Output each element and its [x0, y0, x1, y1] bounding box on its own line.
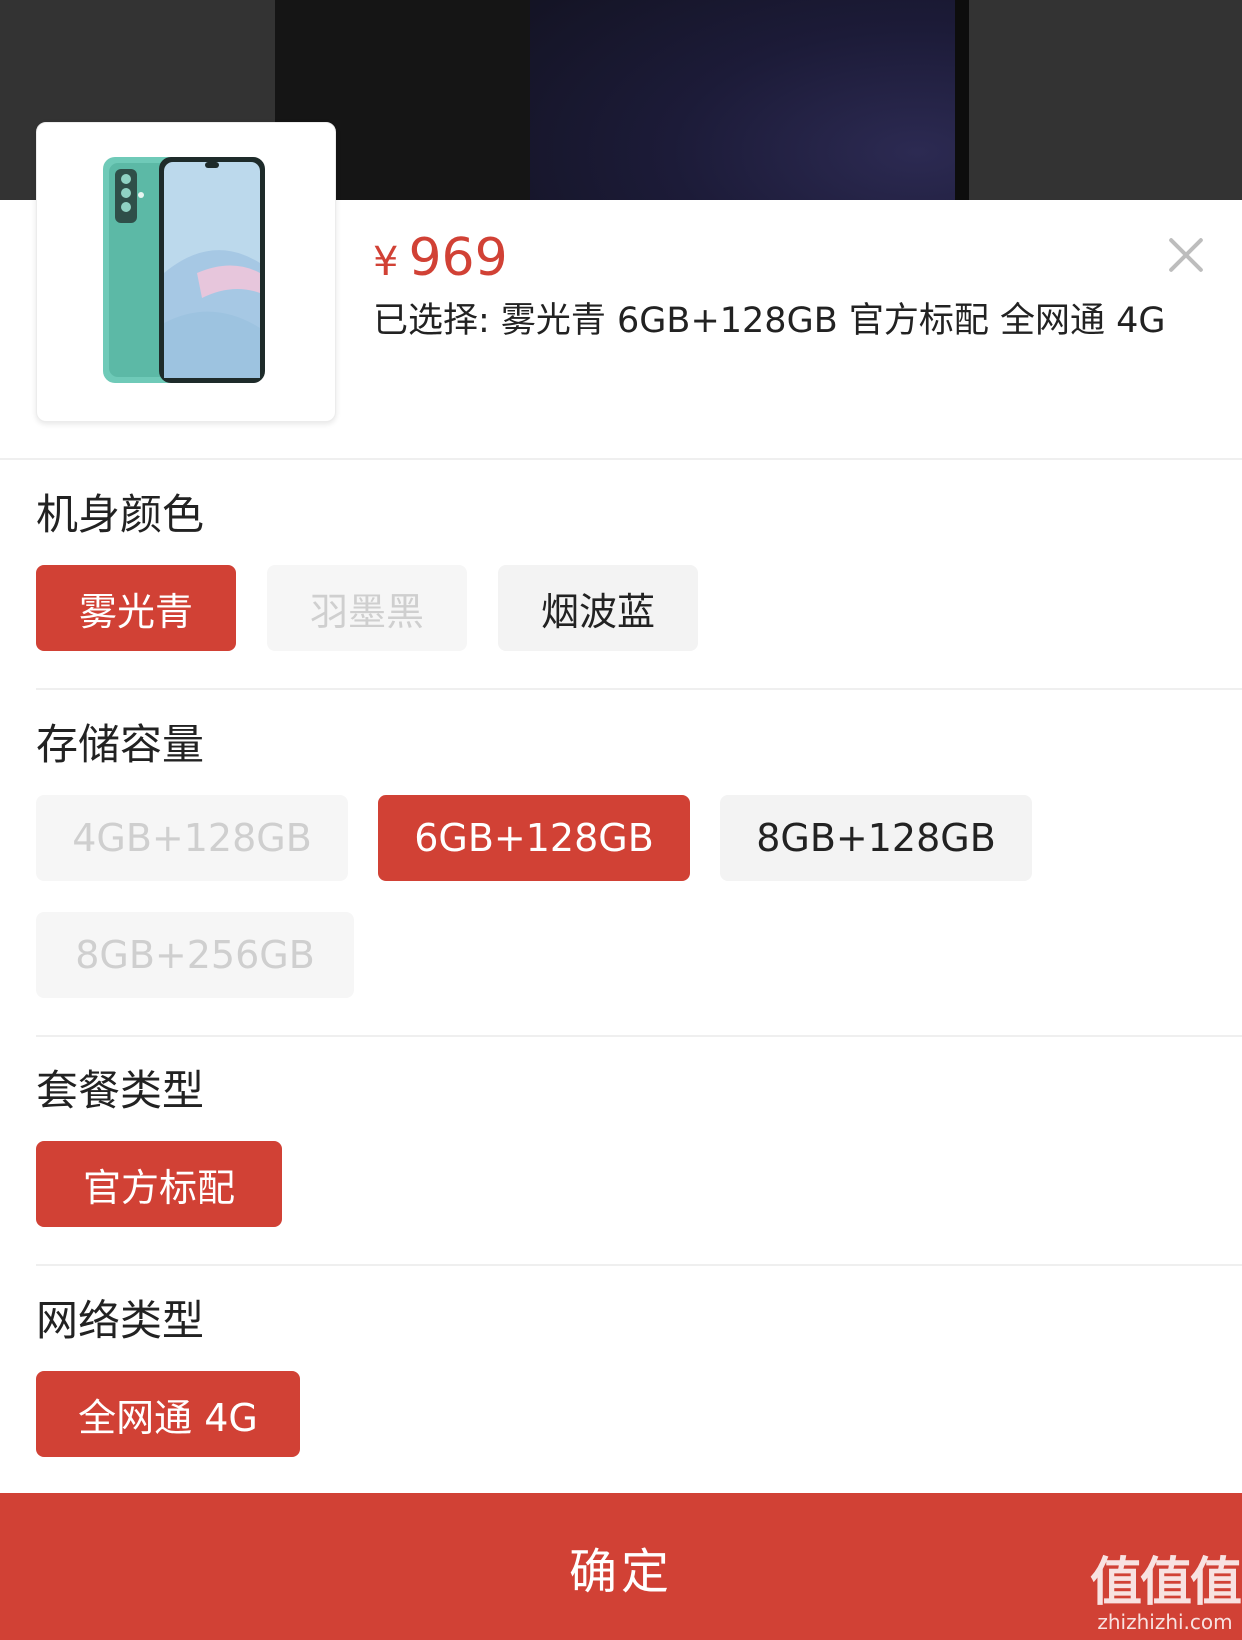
section-title-package: 套餐类型 [36, 1066, 205, 1115]
option-storage-1: 4GB+128GB [36, 795, 348, 881]
header-divider [0, 458, 1242, 460]
option-network-1[interactable]: 全网通 4G [36, 1371, 300, 1457]
option-storage-4: 8GB+256GB [36, 912, 354, 998]
price-currency: ¥ [373, 239, 399, 285]
backdrop-phone-screen [530, 0, 960, 200]
phone-thumbnail-icon [103, 157, 265, 383]
option-color-1[interactable]: 雾光青 [36, 565, 236, 651]
confirm-button[interactable]: 确定 [0, 1493, 1242, 1640]
section-title-storage: 存储容量 [36, 720, 205, 769]
watermark: 值值值 zhizhizhi.com [1090, 1553, 1242, 1635]
section-title-network: 网络类型 [36, 1296, 205, 1345]
option-color-3[interactable]: 烟波蓝 [498, 565, 698, 651]
watermark-main: 值值值 [1090, 1553, 1242, 1613]
option-storage-3[interactable]: 8GB+128GB [720, 795, 1032, 881]
close-icon[interactable] [1164, 232, 1208, 276]
price: ¥969 [373, 228, 508, 292]
watermark-url: zhizhizhi.com [1097, 1610, 1233, 1634]
option-storage-2[interactable]: 6GB+128GB [378, 795, 690, 881]
section-title-color: 机身颜色 [36, 490, 205, 539]
section-divider [36, 1264, 1242, 1266]
backdrop-phone-edge [955, 0, 969, 200]
section-divider [36, 1035, 1242, 1037]
option-color-2: 羽墨黑 [267, 565, 467, 651]
selected-summary: 已选择: 雾光青 6GB+128GB 官方标配 全网通 4G [373, 301, 1166, 341]
option-package-1[interactable]: 官方标配 [36, 1141, 282, 1227]
price-value: 969 [408, 228, 508, 288]
section-divider [36, 688, 1242, 690]
product-thumbnail [36, 122, 336, 422]
